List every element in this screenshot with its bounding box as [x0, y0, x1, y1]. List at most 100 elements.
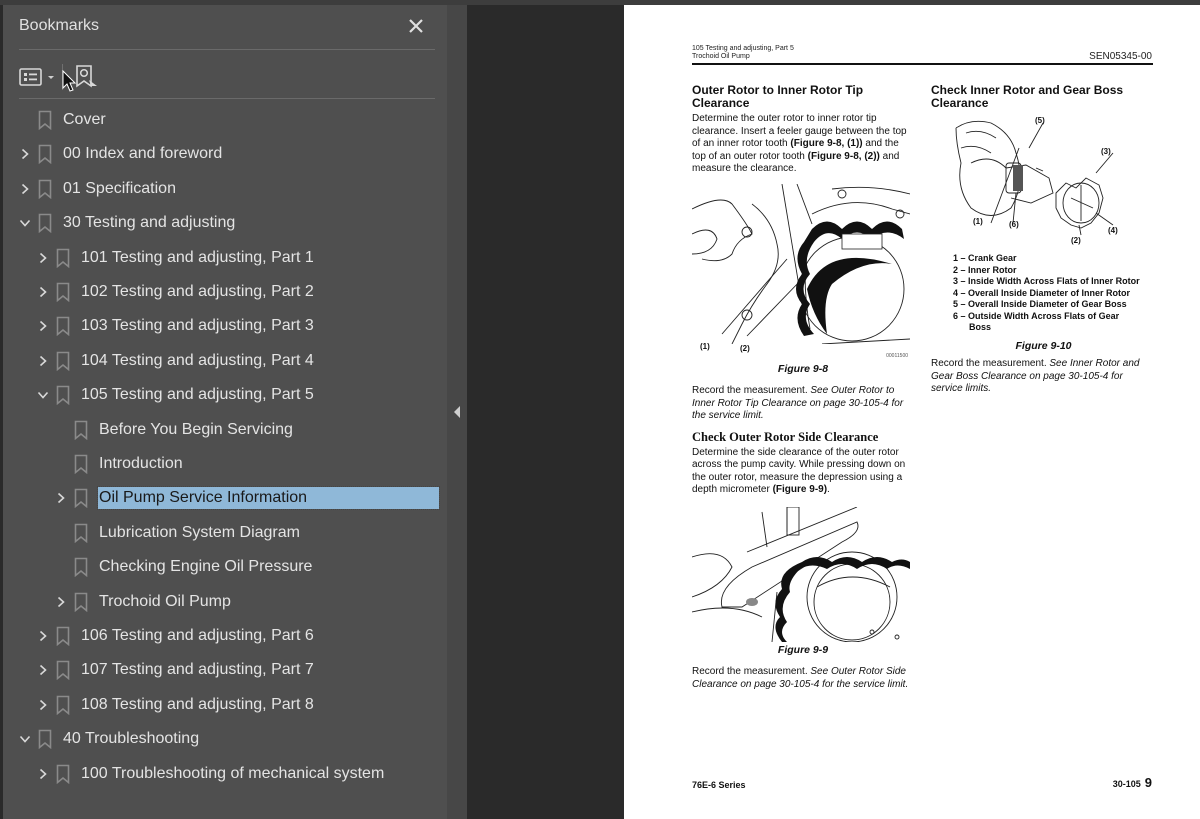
callout-4: (4): [1108, 226, 1118, 235]
bookmark-item[interactable]: Introduction: [54, 447, 184, 481]
callout-5: (5): [1035, 116, 1045, 125]
legend-item: 4 – Overall Inside Diameter of Inner Rot…: [953, 287, 1131, 298]
bookmark-label: 101 Testing and adjusting, Part 1: [81, 248, 314, 266]
find-current-bookmark-button[interactable]: [75, 64, 99, 90]
options-menu-button[interactable]: [19, 68, 56, 86]
panel-title: Bookmarks: [19, 17, 100, 34]
bookmark-item[interactable]: 105 Testing and adjusting, Part 5: [36, 378, 315, 412]
document-page: 105 Testing and adjusting, Part 5 Trocho…: [624, 5, 1200, 819]
panel-divider-top: [19, 49, 435, 50]
page-header-left: 105 Testing and adjusting, Part 5 Trocho…: [692, 45, 794, 61]
chevron-down-icon[interactable]: [18, 732, 32, 746]
chevron-right-icon[interactable]: [36, 629, 50, 643]
bookmark-item[interactable]: Trochoid Oil Pump: [54, 585, 232, 619]
bookmark-label: Introduction: [99, 455, 183, 472]
bookmark-item[interactable]: 30 Testing and adjusting: [18, 206, 236, 240]
callout-1: (1): [700, 341, 710, 351]
panel-splitter[interactable]: [447, 5, 467, 819]
callout-2: (2): [1071, 236, 1081, 245]
bookmarks-toolbar: [19, 61, 99, 93]
paragraph-record-1: Record the measurement. See Outer Rotor …: [692, 385, 914, 423]
bookmark-label: 104 Testing and adjusting, Part 4: [81, 351, 314, 369]
chevron-down-icon[interactable]: [36, 388, 50, 402]
bookmark-label: 103 Testing and adjusting, Part 3: [81, 317, 314, 335]
bookmark-icon: [56, 248, 70, 268]
chevron-right-icon[interactable]: [36, 663, 50, 677]
header-rule: [692, 63, 1153, 65]
bookmark-item[interactable]: Lubrication System Diagram: [54, 516, 301, 550]
rotor-tip-drawing: [691, 183, 911, 344]
bookmark-label: 40 Troubleshooting: [63, 730, 200, 748]
bookmark-item[interactable]: 00 Index and foreword: [18, 137, 223, 171]
bookmark-icon: [56, 695, 70, 715]
heading-tip-clearance: Outer Rotor to Inner Rotor Tip Clearance: [692, 83, 864, 110]
bookmark-icon: [74, 420, 88, 440]
collapse-panel-arrow-icon[interactable]: [453, 405, 461, 419]
bookmark-item[interactable]: Cover: [18, 103, 107, 137]
chevron-right-icon[interactable]: [18, 147, 32, 161]
bookmark-item[interactable]: Before You Begin Servicing: [54, 413, 294, 447]
bookmark-icon: [38, 110, 52, 130]
bookmark-item[interactable]: 01 Specification: [18, 172, 177, 206]
text: .: [827, 484, 830, 495]
chevron-right-icon[interactable]: [36, 354, 50, 368]
panel-divider-bottom: [19, 98, 435, 99]
chevron-right-icon[interactable]: [18, 182, 32, 196]
bookmark-label: 107 Testing and adjusting, Part 7: [81, 661, 314, 679]
bookmark-item[interactable]: 101 Testing and adjusting, Part 1: [36, 241, 315, 275]
bookmark-item[interactable]: Oil Pump Service Information: [54, 481, 440, 515]
list-options-icon: [19, 68, 42, 86]
bookmark-icon: [56, 764, 70, 784]
figure-legend: 1 – Crank Gear 2 – Inner Rotor 3 – Insid…: [953, 253, 1156, 334]
header-subsection: Trochoid Oil Pump: [692, 53, 750, 60]
bookmark-item[interactable]: 106 Testing and adjusting, Part 6: [36, 619, 315, 653]
legend-item: 5 – Overall Inside Diameter of Gear Boss: [953, 299, 1127, 309]
legend-item: 2 – Inner Rotor: [953, 264, 1017, 275]
heading-gear-boss: Check Inner Rotor and Gear Boss Clearanc…: [931, 83, 1124, 110]
text: Record the measurement.: [931, 358, 1050, 369]
mouse-cursor-icon: [62, 70, 77, 92]
bookmark-item[interactable]: 104 Testing and adjusting, Part 4: [36, 344, 315, 378]
bookmark-item[interactable]: 108 Testing and adjusting, Part 8: [36, 688, 315, 722]
bookmark-icon: [56, 385, 70, 406]
paragraph-record-2: Record the measurement. See Outer Rotor …: [692, 666, 914, 691]
figure-id: 00011500: [886, 352, 908, 359]
chevron-right-icon[interactable]: [54, 595, 68, 609]
bookmark-icon: [56, 661, 70, 681]
bookmark-icon: [74, 454, 88, 474]
bookmark-item[interactable]: 107 Testing and adjusting, Part 7: [36, 653, 315, 687]
bookmark-item[interactable]: 103 Testing and adjusting, Part 3: [36, 309, 315, 343]
close-panel-button[interactable]: [405, 15, 427, 37]
bookmark-label: 01 Specification: [63, 179, 176, 197]
figure-reference: (Figure 9-8, (1)): [790, 138, 863, 149]
bookmark-icon: [74, 489, 88, 509]
figure-9-8-illustration: (1) (2) 00011500: [691, 183, 911, 359]
chevron-right-icon[interactable]: [36, 319, 50, 333]
bookmark-item[interactable]: Checking Engine Oil Pressure: [54, 550, 313, 584]
bookmark-icon: [74, 592, 88, 612]
bookmark-label: 106 Testing and adjusting, Part 6: [81, 627, 314, 644]
bookmark-icon: [74, 523, 88, 543]
bookmark-item[interactable]: 102 Testing and adjusting, Part 2: [36, 275, 315, 309]
chevron-right-icon[interactable]: [36, 698, 50, 712]
bookmark-item[interactable]: 40 Troubleshooting: [18, 722, 200, 756]
chevron-right-icon[interactable]: [36, 767, 50, 781]
text: Record the measurement.: [692, 666, 811, 677]
chevron-right-icon[interactable]: [36, 251, 50, 265]
figure-reference: (Figure 9-9): [772, 484, 828, 495]
bookmark-icon: [38, 729, 52, 750]
chevron-right-icon[interactable]: [54, 491, 68, 505]
chevron-right-icon[interactable]: [36, 285, 50, 299]
callout-1: (1): [973, 217, 983, 226]
pdf-viewer-app: Bookmarks Cover 00 Index and foreword 01…: [0, 0, 1200, 819]
header-section: 105 Testing and adjusting, Part 5: [692, 45, 794, 52]
figure-caption-9-8: Figure 9-8: [777, 362, 829, 375]
document-viewport[interactable]: 105 Testing and adjusting, Part 5 Trocho…: [467, 5, 1200, 819]
paragraph-record-3: Record the measurement. See Inner Rotor …: [931, 358, 1156, 396]
bookmark-item[interactable]: 100 Troubleshooting of mechanical system: [36, 757, 385, 791]
chevron-down-icon[interactable]: [18, 216, 32, 230]
legend-item: 1 – Crank Gear: [953, 253, 1017, 263]
